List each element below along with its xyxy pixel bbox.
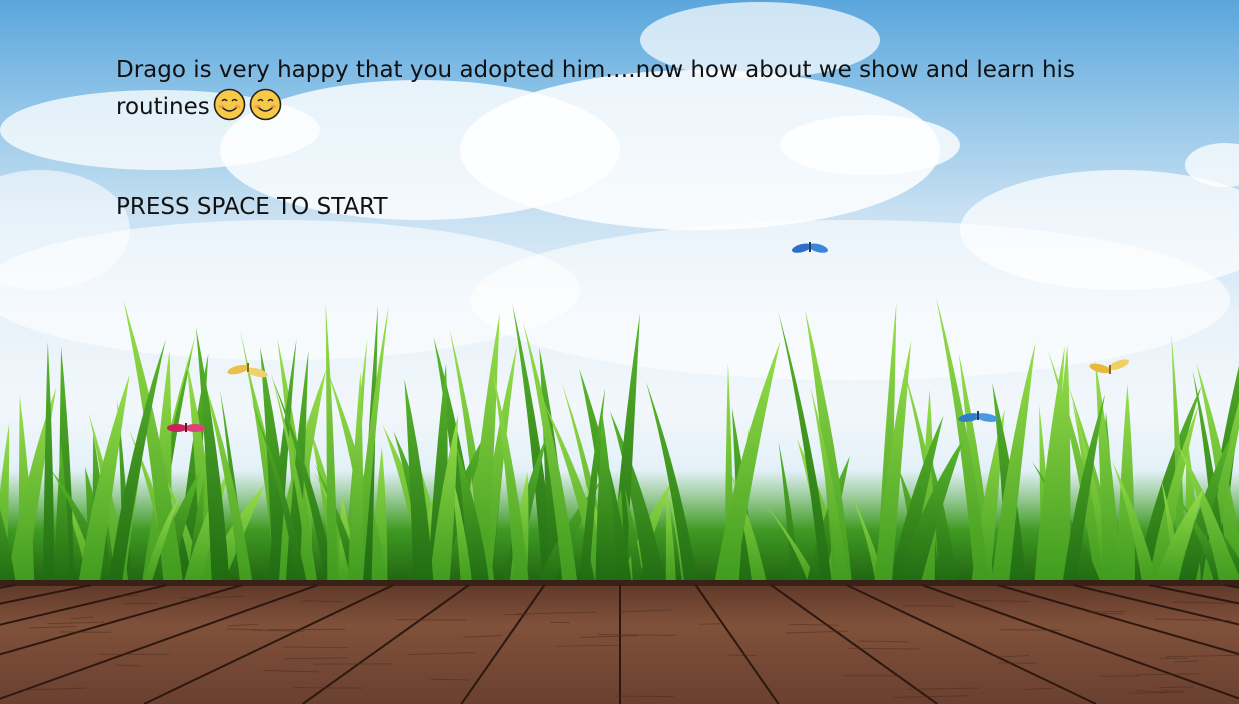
smiling-face-icon	[249, 88, 282, 132]
game-scene[interactable]: Drago is very happy that you adopted him…	[0, 0, 1239, 704]
smiling-face-icon	[213, 88, 246, 132]
press-space-prompt: PRESS SPACE TO START	[116, 194, 388, 220]
deck-wood-grain	[1088, 610, 1126, 613]
deck-wood-grain	[848, 647, 920, 650]
deck-wood-grain	[1092, 612, 1124, 615]
story-message: Drago is very happy that you adopted him…	[116, 53, 1076, 132]
deck-wood-grain	[1000, 629, 1061, 631]
deck-wood-grain	[615, 695, 675, 698]
